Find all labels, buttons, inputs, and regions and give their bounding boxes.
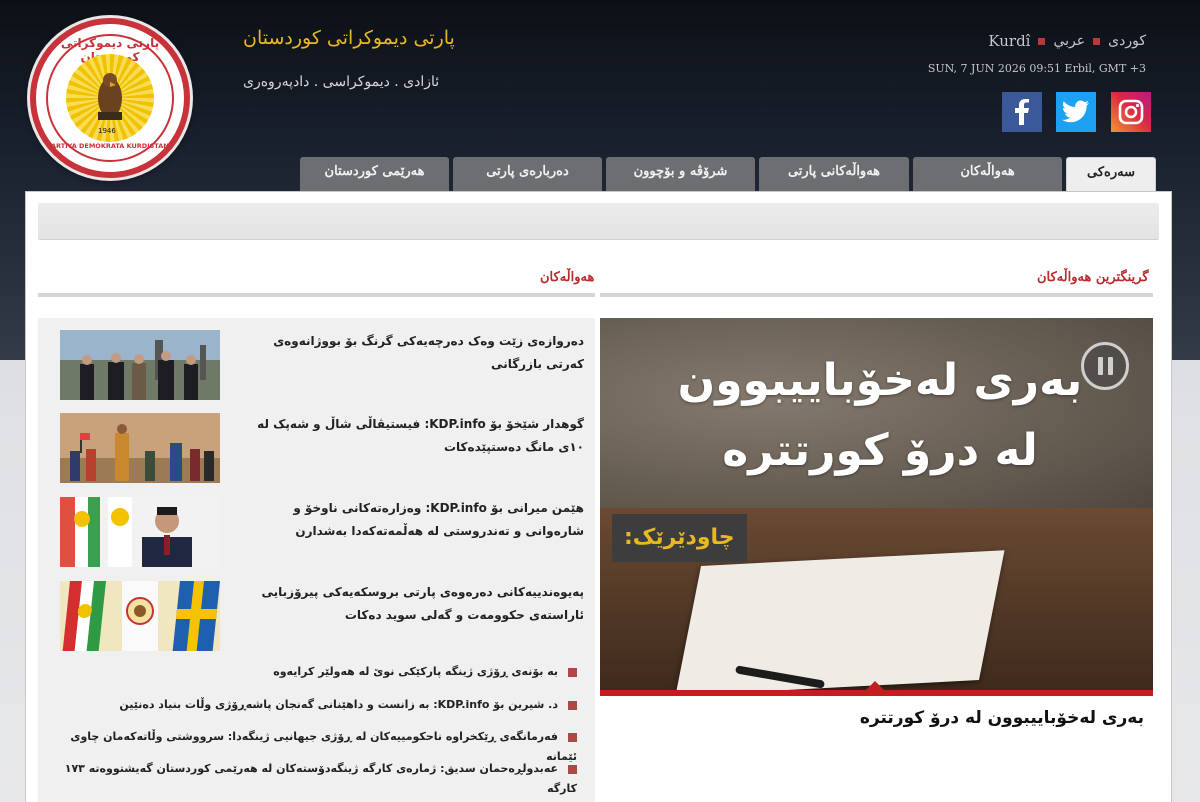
- news-headline[interactable]: دەروازەی زێت وەک دەرچەیەکی گرنگ بۆ بووژا…: [234, 330, 584, 376]
- site-slogan: ئازادی . دیموکراسی . دادپەروەری: [243, 74, 440, 90]
- slide-indicator-arrow-icon: [866, 681, 884, 690]
- bullet-news-item[interactable]: بە بۆنەی ڕۆژی ژینگە پارکێکی نوێ لە هەولێ…: [57, 662, 577, 682]
- pause-icon[interactable]: [1081, 342, 1129, 390]
- bullet-news-item[interactable]: د. شیرین بۆ KDP.info: بە زانست و داهێنان…: [57, 695, 577, 715]
- bullet-square-icon: [568, 667, 577, 677]
- tab-analysis[interactable]: شرۆڤە و بۆچوون: [606, 157, 755, 191]
- tab-news[interactable]: هەواڵەکان: [913, 157, 1062, 191]
- news-item[interactable]: گوهدار شێخۆ بۆ KDP.info: فیستیڤاڵی شاڵ و…: [60, 413, 590, 483]
- facebook-icon[interactable]: [1002, 92, 1042, 132]
- bullet-news-text[interactable]: بە بۆنەی ڕۆژی ژینگە پارکێکی نوێ لە هەولێ…: [273, 665, 558, 678]
- bullet-news-text[interactable]: د. شیرین بۆ KDP.info: بە زانست و داهێنان…: [119, 698, 558, 711]
- news-item[interactable]: هێمن میرانی بۆ KDP.info: وەزارەتەکانی نا…: [60, 497, 590, 567]
- bullet-square-icon: [568, 700, 577, 710]
- date-time: SUN, 7 JUN 2026 09:51 Erbil, GMT +3: [927, 62, 1146, 75]
- opinion-badge: چاودێرێک:: [612, 514, 747, 562]
- tab-kurdistan-region[interactable]: هەرێمی کوردستان: [300, 157, 449, 191]
- lang-arabic[interactable]: عربي: [1053, 33, 1085, 49]
- featured-section-heading[interactable]: گرینگترین هەواڵەکان: [1037, 270, 1149, 285]
- news-ticker: [38, 203, 1159, 240]
- twitter-icon[interactable]: [1056, 92, 1096, 132]
- featured-accent-bar: [600, 690, 1153, 696]
- news-thumbnail[interactable]: [60, 497, 220, 567]
- bullet-news-item[interactable]: عەبدولڕەحمان سدیق: ژمارەی کارگە ژینگەدۆس…: [57, 759, 577, 795]
- news-thumbnail[interactable]: [60, 413, 220, 483]
- featured-caption[interactable]: بەری لەخۆباییبوون لە درۆ کورتترە: [860, 708, 1144, 728]
- kdp-logo[interactable]: پارتی دیموکراتی کوردستان 1946 PARTIYA DE…: [30, 18, 190, 178]
- news-item[interactable]: دەروازەی زێت وەک دەرچەیەکی گرنگ بۆ بووژا…: [60, 330, 590, 400]
- bullet-square-icon: [568, 764, 577, 774]
- news-thumbnail[interactable]: [60, 581, 220, 651]
- news-item[interactable]: پەیوەندییەکانی دەرەوەی پارتی بروسکەیەکی …: [60, 581, 590, 651]
- news-heading-rule: [38, 293, 595, 297]
- lang-kurdish[interactable]: کوردی: [1108, 33, 1146, 49]
- slide-paper-graphic: [675, 550, 1005, 691]
- bullet-news-item[interactable]: فەرمانگەی ڕێکخراوە ناحکومییەکان لە ڕۆژی …: [57, 727, 577, 763]
- separator-square-icon: [1038, 37, 1046, 45]
- bullet-square-icon: [568, 732, 577, 742]
- featured-image-title: بەری لەخۆباییبوون لە درۆ کورتترە: [677, 355, 1083, 476]
- tab-home[interactable]: سەرەکی: [1066, 157, 1156, 191]
- tab-party-news[interactable]: هەواڵەکانی پارتی: [759, 157, 909, 191]
- tab-about-party[interactable]: دەربارەی پارتی: [453, 157, 602, 191]
- news-section-heading[interactable]: هەواڵەکان: [540, 270, 594, 285]
- logo-bottom-text: PARTIYA DEMOKRATA KURDISTANÊ: [46, 142, 174, 150]
- lang-kurdi-latin[interactable]: Kurdî: [988, 32, 1030, 50]
- logo-year: 1946: [98, 127, 116, 135]
- main-nav: سەرەکی هەواڵەکان هەواڵەکانی پارتی شرۆڤە …: [0, 157, 1200, 191]
- instagram-icon[interactable]: [1111, 92, 1151, 132]
- featured-heading-rule: [600, 293, 1153, 297]
- news-headline[interactable]: هێمن میرانی بۆ KDP.info: وەزارەتەکانی نا…: [234, 497, 584, 543]
- featured-slide-image[interactable]: بەری لەخۆباییبوون لە درۆ کورتترە چاودێرێ…: [600, 318, 1153, 691]
- news-headline[interactable]: پەیوەندییەکانی دەرەوەی پارتی بروسکەیەکی …: [234, 581, 584, 627]
- language-switcher: Kurdî عربي کوردی: [988, 32, 1146, 50]
- eagle-icon: [98, 73, 122, 120]
- site-title[interactable]: پارتی دیموکراتی کوردستان: [243, 27, 455, 49]
- news-thumbnail[interactable]: [60, 330, 220, 400]
- separator-square-icon: [1093, 37, 1101, 45]
- news-headline[interactable]: گوهدار شێخۆ بۆ KDP.info: فیستیڤاڵی شاڵ و…: [234, 413, 584, 459]
